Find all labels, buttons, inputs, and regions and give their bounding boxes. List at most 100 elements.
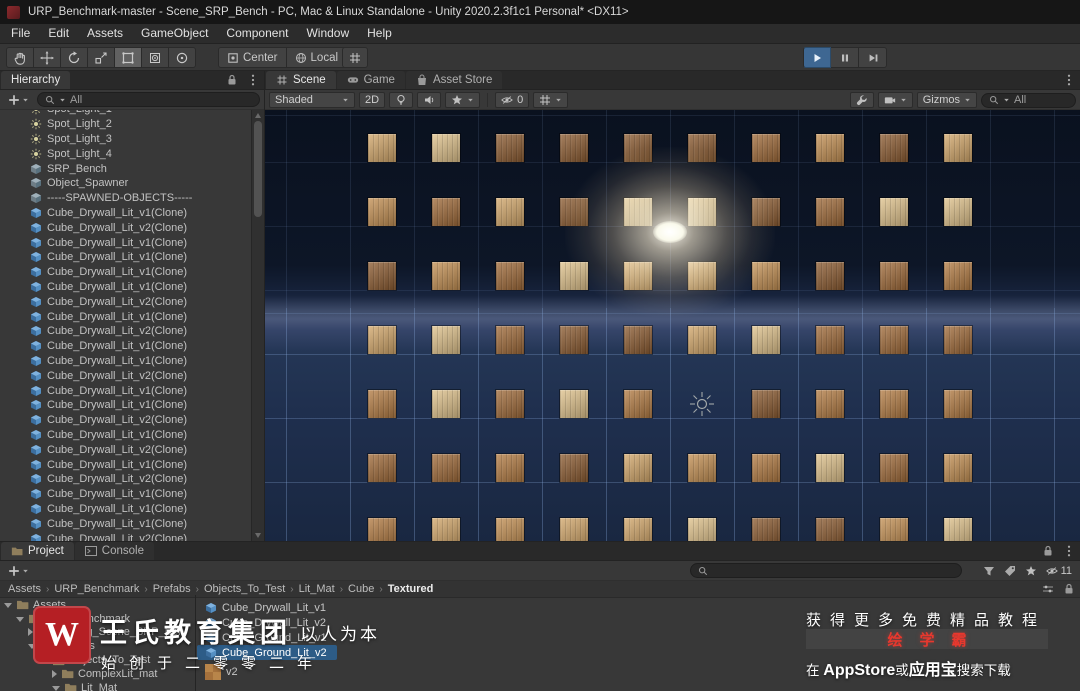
scene-cube[interactable] [752, 518, 780, 541]
create-object-button[interactable] [4, 92, 33, 108]
breadcrumb-item[interactable]: Assets [6, 583, 43, 595]
transform-tool-button[interactable] [142, 47, 169, 68]
scroll-down-icon[interactable] [255, 533, 261, 538]
scene-cube[interactable] [432, 454, 460, 482]
hierarchy-item[interactable]: Cube_Drywall_Lit_v2(Clone) [0, 472, 251, 487]
expand-arrow-icon[interactable] [28, 628, 33, 637]
scene-cube[interactable] [816, 390, 844, 418]
hierarchy-item[interactable]: SRP_Bench [0, 161, 251, 176]
hand-tool-button[interactable] [6, 47, 34, 68]
menu-item-window[interactable]: Window [297, 24, 358, 43]
grid-visibility-dropdown[interactable] [533, 91, 569, 108]
scene-cube[interactable] [752, 390, 780, 418]
scene-cube[interactable] [560, 326, 588, 354]
folder-tree-item[interactable]: Assets [0, 598, 195, 612]
hierarchy-item[interactable]: Cube_Drywall_Lit_v1(Clone) [0, 398, 251, 413]
scene-cube[interactable] [944, 518, 972, 541]
scene-cube[interactable] [496, 198, 524, 226]
rect-tool-button[interactable] [115, 47, 142, 68]
menu-item-file[interactable]: File [2, 24, 39, 43]
lock-icon[interactable] [1063, 583, 1075, 595]
scene-cube[interactable] [496, 262, 524, 290]
scene-cube[interactable] [368, 134, 396, 162]
menu-item-gameobject[interactable]: GameObject [132, 24, 217, 43]
hierarchy-item[interactable]: Cube_Drywall_Lit_v2(Clone) [0, 531, 251, 541]
draw-mode-dropdown[interactable]: Shaded [269, 91, 355, 108]
lock-icon[interactable] [226, 74, 238, 86]
scene-cube[interactable] [688, 518, 716, 541]
scene-cube[interactable] [368, 518, 396, 541]
scene-cube[interactable] [368, 454, 396, 482]
scene-cube[interactable] [432, 262, 460, 290]
scene-cube[interactable] [816, 326, 844, 354]
expand-arrow-icon[interactable] [52, 669, 57, 678]
rotate-tool-button[interactable] [61, 47, 88, 68]
menu-item-assets[interactable]: Assets [78, 24, 132, 43]
hierarchy-item[interactable]: Cube_Drywall_Lit_v1(Clone) [0, 516, 251, 531]
hierarchy-item[interactable]: Cube_Drywall_Lit_v1(Clone) [0, 339, 251, 354]
folder-tree-item[interactable]: Objects_To_Test [0, 653, 195, 667]
hierarchy-item[interactable]: Cube_Drywall_Lit_v1(Clone) [0, 235, 251, 250]
scrollbar-thumb[interactable] [254, 121, 262, 217]
scene-cube[interactable] [816, 134, 844, 162]
gizmos-dropdown[interactable]: Gizmos [916, 92, 977, 108]
breadcrumb-item[interactable]: Textured [386, 583, 436, 595]
folder-tree-item[interactable]: Lit_Mat [0, 681, 195, 691]
hierarchy-scrollbar[interactable] [251, 110, 264, 541]
lock-icon[interactable] [1042, 545, 1054, 557]
expand-arrow-icon[interactable] [4, 602, 12, 608]
scene-effects-dropdown[interactable] [445, 91, 481, 108]
scene-cube[interactable] [496, 454, 524, 482]
hierarchy-item[interactable]: -----SPAWNED-OBJECTS----- [0, 191, 251, 206]
scene-cube[interactable] [432, 198, 460, 226]
save-search-icon[interactable] [1025, 565, 1037, 577]
search-by-type-icon[interactable] [983, 565, 995, 577]
scene-cube[interactable] [944, 390, 972, 418]
menu-item-help[interactable]: Help [358, 24, 401, 43]
hierarchy-item[interactable]: Cube_Drywall_Lit_v2(Clone) [0, 368, 251, 383]
menu-item-component[interactable]: Component [217, 24, 297, 43]
scene-cube[interactable] [880, 262, 908, 290]
toggle-2d-button[interactable]: 2D [359, 91, 386, 108]
breadcrumb-item[interactable]: Prefabs [151, 583, 193, 595]
hierarchy-item[interactable]: Cube_Drywall_Lit_v1(Clone) [0, 309, 251, 324]
project-file-item[interactable]: Cube_Ground_Lit_v2 [197, 645, 337, 661]
scene-cube[interactable] [816, 454, 844, 482]
hierarchy-item[interactable]: Cube_Drywall_Lit_v1(Clone) [0, 457, 251, 472]
expand-arrow-icon[interactable] [28, 644, 36, 650]
thumbnail-size-slider-icon[interactable] [1042, 583, 1054, 595]
scene-cube[interactable] [752, 326, 780, 354]
scene-camera-dropdown[interactable] [877, 92, 913, 108]
scene-cube[interactable] [496, 326, 524, 354]
scene-cube[interactable] [432, 518, 460, 541]
tab-hierarchy[interactable]: Hierarchy [1, 71, 71, 89]
hierarchy-item[interactable]: Cube_Drywall_Lit_v2(Clone) [0, 413, 251, 428]
hierarchy-item[interactable]: Cube_Drywall_Lit_v1(Clone) [0, 354, 251, 369]
scene-lighting-toggle[interactable] [389, 91, 414, 108]
scene-cube[interactable] [944, 198, 972, 226]
expand-arrow-icon[interactable] [52, 685, 60, 691]
hierarchy-item[interactable]: Spot_Light_1 [0, 110, 251, 117]
scene-cube[interactable] [368, 326, 396, 354]
hierarchy-item[interactable]: Cube_Drywall_Lit_v2(Clone) [0, 442, 251, 457]
scene-search-input[interactable]: All [981, 92, 1076, 108]
pivot-center-button[interactable]: Center [218, 47, 287, 68]
custom-tool-button[interactable] [169, 47, 196, 68]
scene-cube[interactable] [688, 326, 716, 354]
project-file-item[interactable]: Cube_Drywall_Lit_v2 [197, 616, 336, 631]
scene-cube[interactable] [816, 518, 844, 541]
scroll-up-icon[interactable] [255, 113, 261, 118]
menu-item-edit[interactable]: Edit [39, 24, 78, 43]
scene-audio-toggle[interactable] [417, 91, 442, 108]
scene-cube[interactable] [880, 454, 908, 482]
move-tool-button[interactable] [34, 47, 61, 68]
scene-cube[interactable] [816, 262, 844, 290]
hierarchy-item[interactable]: Cube_Drywall_Lit_v1(Clone) [0, 502, 251, 517]
scene-cube[interactable] [624, 326, 652, 354]
hierarchy-item[interactable]: Cube_Drywall_Lit_v1(Clone) [0, 428, 251, 443]
project-search-input[interactable] [690, 563, 962, 578]
scene-cube[interactable] [880, 198, 908, 226]
scene-cube[interactable] [560, 454, 588, 482]
scene-cube[interactable] [368, 390, 396, 418]
hierarchy-item[interactable]: Spot_Light_4 [0, 146, 251, 161]
